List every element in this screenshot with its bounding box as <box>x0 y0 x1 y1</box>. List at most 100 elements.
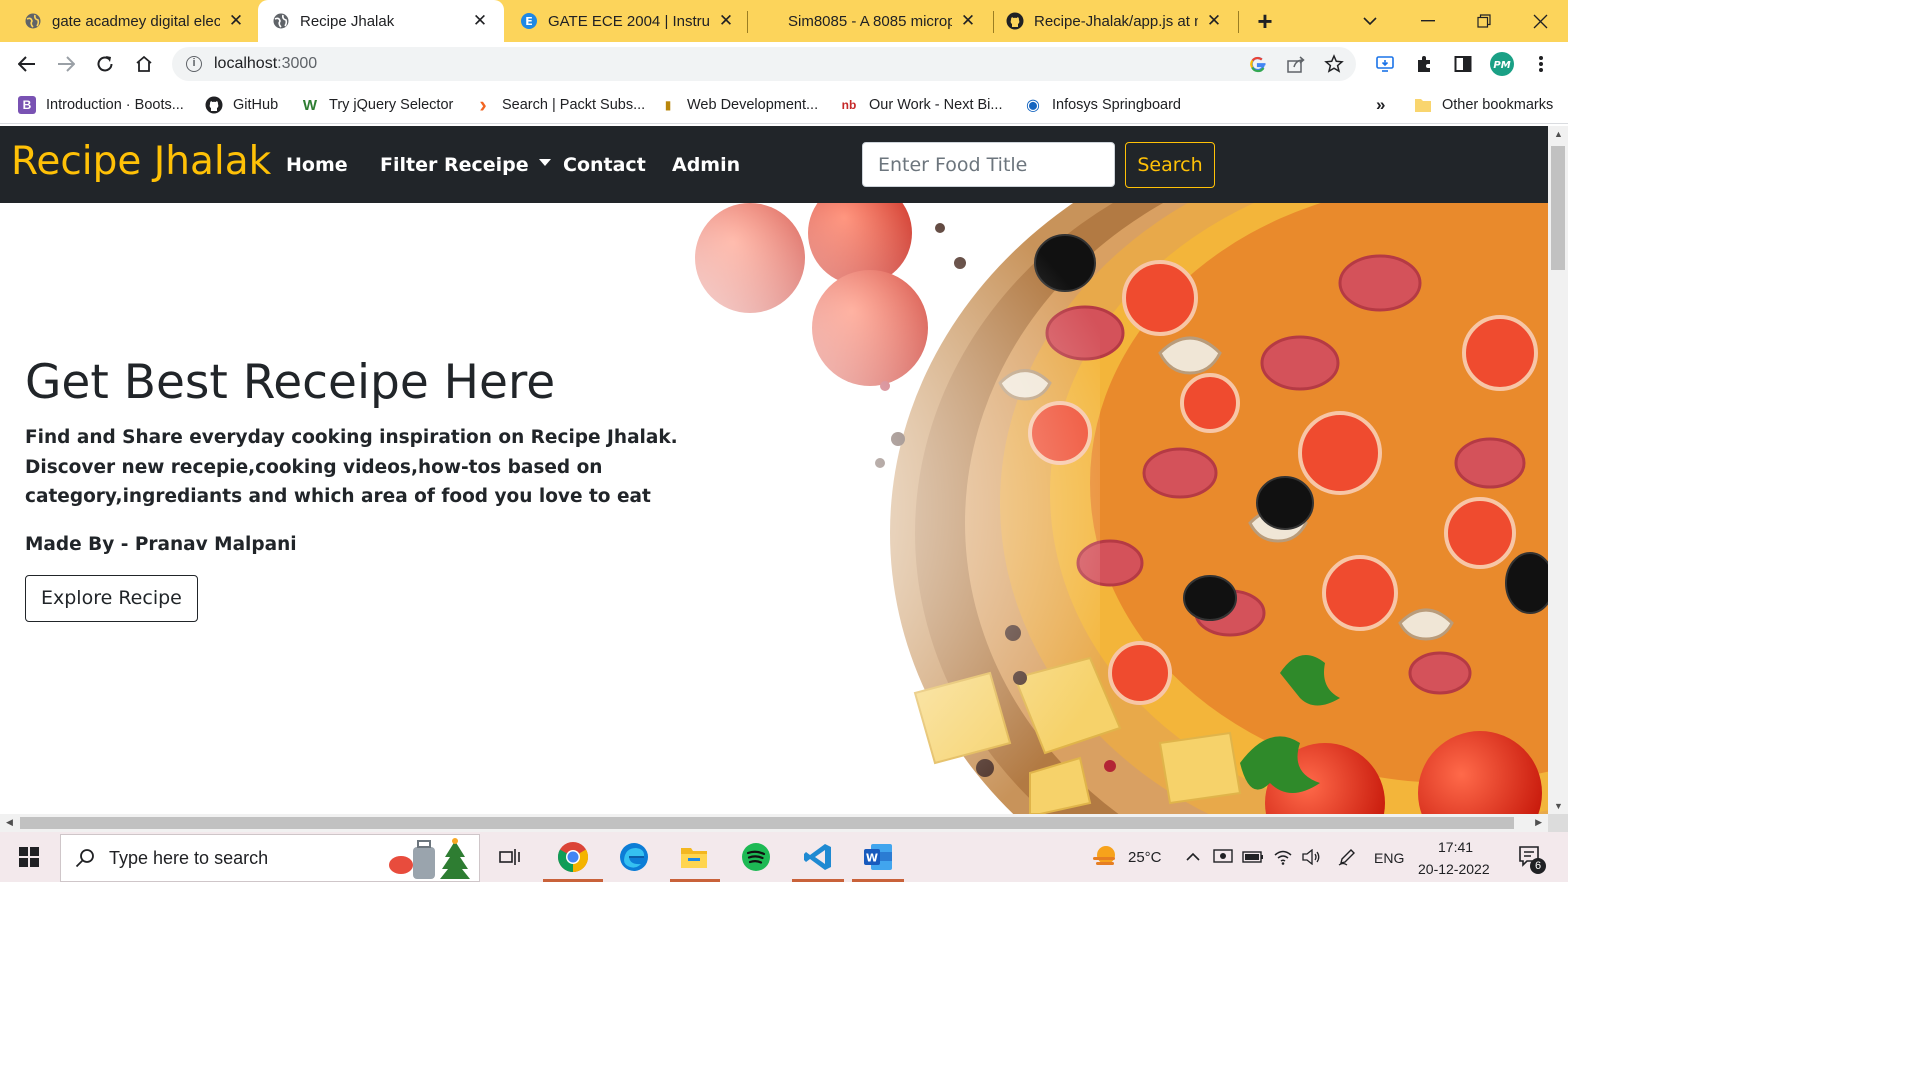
new-tab-button[interactable]: + <box>1250 0 1280 42</box>
start-button[interactable] <box>0 832 58 882</box>
side-panel-icon[interactable] <box>1448 49 1478 79</box>
site-info-icon[interactable]: i <box>186 56 202 72</box>
wifi-icon[interactable] <box>1270 832 1296 882</box>
battery-icon[interactable] <box>1240 832 1266 882</box>
bookmark-item[interactable]: › Search | Packt Subs... <box>474 92 645 117</box>
bookmark-item[interactable]: ▮ Web Development... <box>659 94 818 116</box>
bootstrap-icon: B <box>18 96 36 114</box>
bookmark-star-icon[interactable] <box>1322 52 1346 76</box>
scroll-down-arrow-icon[interactable]: ▼ <box>1554 801 1563 811</box>
file-explorer-icon[interactable] <box>668 832 720 882</box>
scroll-corner <box>1548 814 1568 832</box>
task-view-icon[interactable] <box>488 832 532 882</box>
notification-center-icon[interactable]: 6 <box>1512 832 1548 882</box>
home-icon[interactable] <box>129 49 159 79</box>
edge-app-icon[interactable] <box>606 832 662 882</box>
chrome-app-icon[interactable] <box>543 832 603 882</box>
horizontal-scroll-thumb[interactable] <box>20 817 1514 829</box>
browser-tab[interactable]: E GATE ECE 2004 | Instructio ✕ <box>512 0 744 42</box>
github-icon <box>1006 12 1024 30</box>
bookmarks-bar: B Introduction · Boots... GitHub W Try j… <box>0 86 1568 124</box>
windows-taskbar: Type here to search W 25°C ENG 17:41 20-… <box>0 832 1568 882</box>
site-brand[interactable]: Recipe Jhalak <box>11 139 271 184</box>
restore-icon[interactable] <box>1456 0 1512 42</box>
vertical-scroll-thumb[interactable] <box>1551 146 1565 270</box>
bookmark-label: Infosys Springboard <box>1052 97 1181 113</box>
taskbar-search-box[interactable]: Type here to search <box>60 834 480 882</box>
weather-temperature[interactable]: 25°C <box>1128 849 1162 866</box>
food-search-input[interactable] <box>862 142 1115 187</box>
svg-text:W: W <box>866 852 878 865</box>
nav-contact[interactable]: Contact <box>563 154 646 176</box>
browser-tab[interactable]: Sim8085 - A 8085 microp ✕ <box>780 0 986 42</box>
nav-home[interactable]: Home <box>286 154 348 176</box>
browser-tab[interactable]: Recipe-Jhalak/app.js at m ✕ <box>998 0 1232 42</box>
address-bar[interactable]: i localhost:3000 <box>172 47 1356 81</box>
google-icon[interactable] <box>1246 52 1270 76</box>
profile-avatar[interactable]: PM <box>1487 49 1517 79</box>
close-tab-icon[interactable]: ✕ <box>958 11 978 31</box>
packt-icon: › <box>479 92 487 117</box>
chrome-running-indicator <box>543 879 603 882</box>
clock-time[interactable]: 17:41 <box>1438 839 1473 855</box>
language-indicator[interactable]: ENG <box>1374 850 1404 866</box>
tab-title: Recipe-Jhalak/app.js at m <box>1034 12 1198 30</box>
more-bookmarks-button[interactable]: » <box>1376 94 1385 116</box>
close-tab-icon[interactable]: ✕ <box>470 11 490 31</box>
scroll-right-arrow-icon[interactable]: ▶ <box>1535 817 1542 828</box>
bookmark-item[interactable]: GitHub <box>205 94 278 116</box>
url-host: localhost <box>214 55 278 72</box>
horizontal-scrollbar[interactable]: ◀ ▶ <box>0 814 1548 832</box>
word-icon[interactable]: W <box>852 832 904 882</box>
forward-icon[interactable] <box>51 49 81 79</box>
pen-icon[interactable] <box>1334 832 1360 882</box>
bookmark-item[interactable]: W Try jQuery Selector <box>301 94 453 116</box>
bookmark-label: Introduction · Boots... <box>46 97 184 113</box>
minimize-icon[interactable] <box>1400 0 1456 42</box>
volume-icon[interactable] <box>1298 832 1324 882</box>
bookmark-label: Try jQuery Selector <box>329 97 454 113</box>
display-settings-icon[interactable] <box>1210 832 1236 882</box>
weather-icon[interactable] <box>1088 832 1120 882</box>
show-hidden-icons-chevron-icon[interactable] <box>1182 832 1204 882</box>
scroll-left-arrow-icon[interactable]: ◀ <box>6 817 13 828</box>
explore-recipe-button[interactable]: Explore Recipe <box>25 574 198 622</box>
vscode-icon[interactable] <box>792 832 844 882</box>
browser-tab[interactable]: gate acadmey digital elec ✕ <box>16 0 254 42</box>
other-bookmarks[interactable]: Other bookmarks <box>1414 94 1553 116</box>
bookmark-label: Web Development... <box>687 97 819 113</box>
spotify-icon[interactable] <box>730 832 782 882</box>
extensions-icon[interactable] <box>1409 49 1439 79</box>
close-window-icon[interactable] <box>1512 0 1568 42</box>
clock-date[interactable]: 20-12-2022 <box>1418 861 1490 877</box>
ledger-icon: ▮ <box>664 98 672 112</box>
back-icon[interactable] <box>12 49 42 79</box>
taskbar-search-placeholder: Type here to search <box>109 847 269 868</box>
tab-search-icon[interactable] <box>1342 0 1398 42</box>
hero-content: Get Best Receipe Here Find and Share eve… <box>25 353 765 622</box>
profile-initials: PM <box>1493 60 1510 71</box>
bookmark-item[interactable]: nb Our Work - Next Bi... <box>839 94 1003 116</box>
close-tab-icon[interactable]: ✕ <box>226 11 246 31</box>
cast-icon[interactable] <box>1370 49 1400 79</box>
menu-kebab-icon[interactable] <box>1526 49 1556 79</box>
bookmark-item[interactable]: ◉ Infosys Springboard <box>1024 94 1181 116</box>
tab-separator <box>747 11 748 33</box>
search-button[interactable]: Search <box>1125 142 1215 188</box>
browser-tab-active[interactable]: Recipe Jhalak ✕ <box>258 0 504 42</box>
close-tab-icon[interactable]: ✕ <box>1204 11 1224 31</box>
reload-icon[interactable] <box>90 49 120 79</box>
nav-filter-dropdown[interactable]: Filter Receipe <box>380 154 551 176</box>
word-running-indicator <box>852 879 904 882</box>
other-bookmarks-label: Other bookmarks <box>1442 97 1554 113</box>
nav-admin[interactable]: Admin <box>672 154 740 176</box>
bookmark-item[interactable]: B Introduction · Boots... <box>18 94 184 116</box>
share-icon[interactable] <box>1284 52 1308 76</box>
vertical-scrollbar[interactable]: ▲ ▼ <box>1548 126 1568 814</box>
svg-text:E: E <box>525 15 533 28</box>
close-tab-icon[interactable]: ✕ <box>716 11 736 31</box>
w3-icon: W <box>302 96 318 114</box>
scroll-up-arrow-icon[interactable]: ▲ <box>1554 129 1563 139</box>
tab-separator <box>993 11 994 33</box>
globe-icon <box>272 12 290 30</box>
